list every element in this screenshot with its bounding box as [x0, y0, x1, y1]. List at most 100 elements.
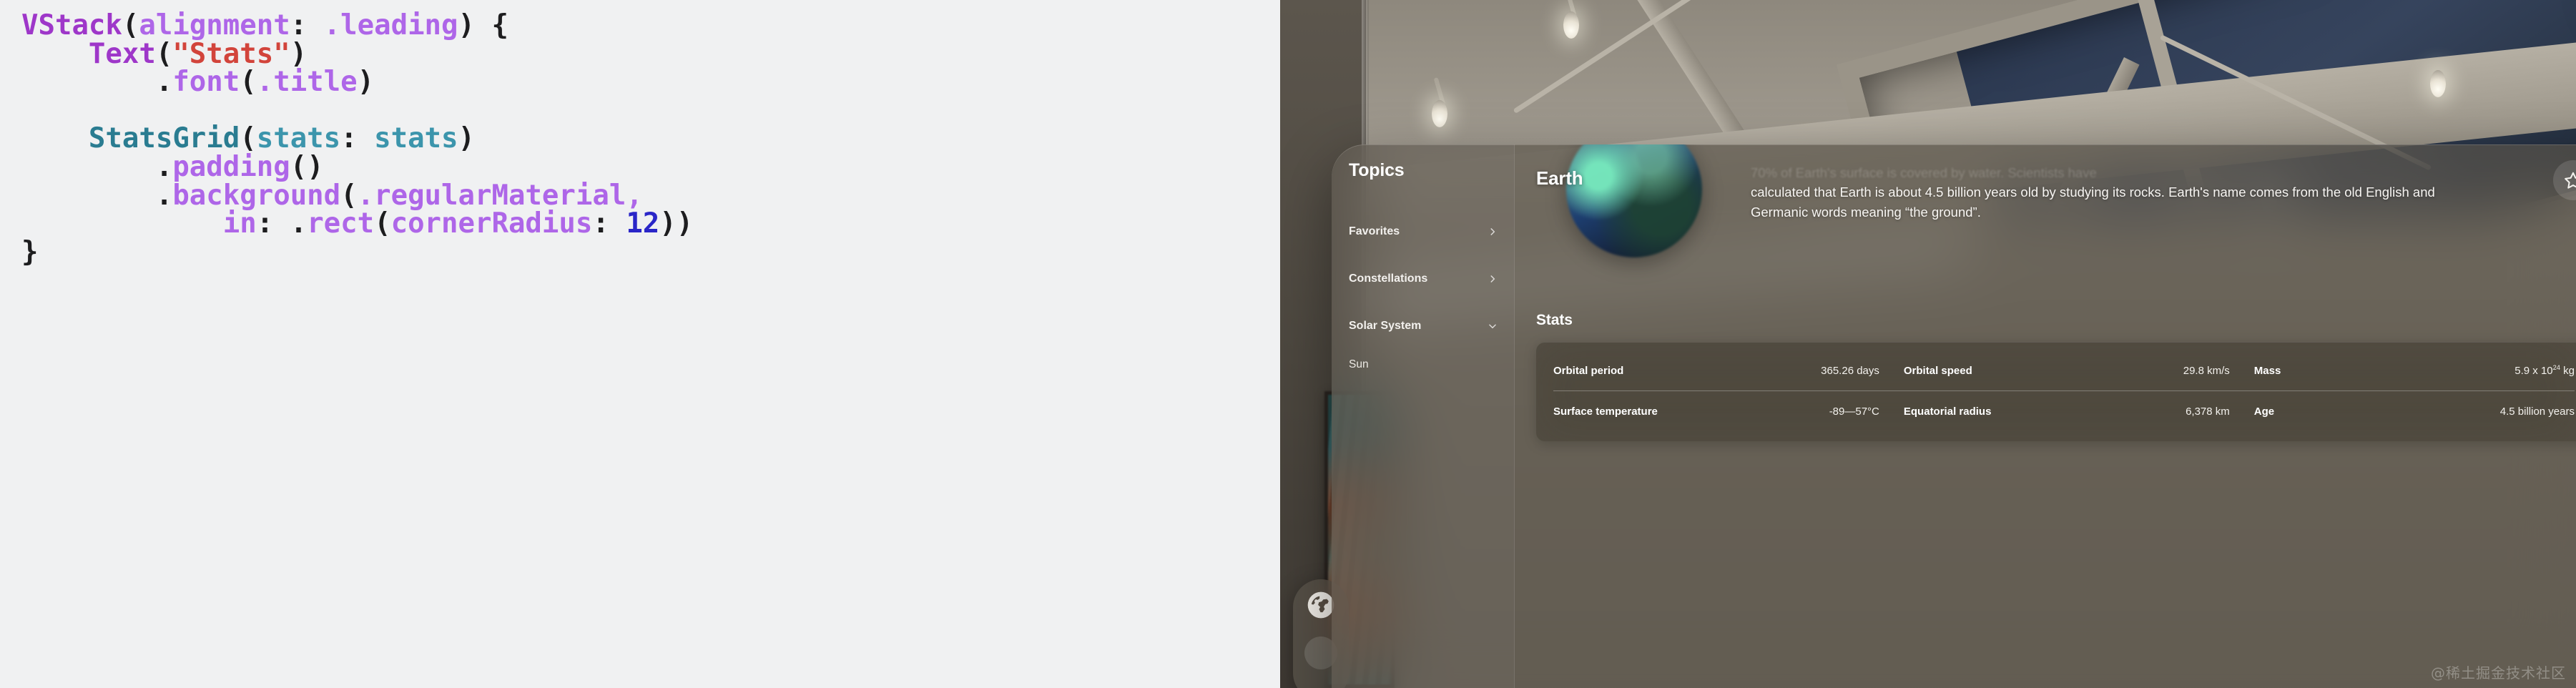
vision-os-screenshot: VStack(alignment: .leading) { Text("Stat…: [0, 0, 2576, 688]
spotlight-2: [1563, 11, 1579, 39]
passthrough-scene: Topics Favorites Constellations Solar Sy…: [1280, 0, 2576, 688]
sidebar-gap-3: [1349, 345, 1498, 354]
sidebar-item-constellations[interactable]: Constellations: [1349, 268, 1498, 290]
code-token: (: [122, 9, 139, 41]
app-window: Topics Favorites Constellations Solar Sy…: [1332, 144, 2576, 688]
code-line-7: .background(.regularMaterial,: [21, 182, 1280, 210]
code-editor-pane[interactable]: VStack(alignment: .leading) { Text("Stat…: [0, 0, 1280, 688]
favorite-button[interactable]: [2553, 160, 2576, 200]
code-token: (): [290, 150, 324, 183]
stat-value-age: 4.5 billion years: [2499, 405, 2575, 418]
code-line-3: .font(.title): [21, 68, 1280, 97]
code-token: font: [172, 66, 240, 99]
stat-value-equatorial-radius: 6,378 km: [2186, 405, 2230, 418]
code-token: StatsGrid: [88, 122, 240, 155]
stat-value-mass-exponent: 24: [2552, 364, 2560, 371]
detail-header: Earth 70% of Earth's surface is covered …: [1536, 144, 2576, 302]
sidebar-gap-1b: [1349, 260, 1498, 268]
code-token: .: [290, 207, 308, 240]
code-token: .: [155, 66, 173, 99]
code-line-6: .padding(): [21, 153, 1280, 182]
code-token: (: [374, 207, 391, 240]
sidebar-item-favorites[interactable]: Favorites: [1349, 221, 1498, 242]
chevron-right-icon[interactable]: [1488, 227, 1498, 237]
stats-heading: Stats: [1536, 312, 1573, 328]
planet-description: 70% of Earth's surface is covered by wat…: [1751, 163, 2466, 222]
code-token: Text: [88, 37, 156, 70]
code-token: VStack: [21, 9, 122, 41]
code-token: ) {: [458, 9, 508, 41]
sidebar-item-label: Sun: [1349, 358, 1369, 370]
description-faded-line: 70% of Earth's surface is covered by wat…: [1751, 165, 2097, 180]
code-token: "Stats": [172, 37, 290, 70]
stat-label-mass: Mass: [2253, 364, 2281, 377]
chevron-down-icon[interactable]: [1488, 321, 1498, 331]
stat-value-mass-unit: kg: [2560, 365, 2575, 377]
sidebar-item-label: Solar System: [1349, 320, 1422, 332]
code-token: :: [290, 9, 324, 41]
code-token: alignment: [139, 9, 290, 41]
stat-value-mass: 5.9 x 1024 kg: [2388, 364, 2575, 377]
stat-value-orbital-speed: 29.8 km/s: [2183, 364, 2230, 377]
code-token: cornerRadius: [390, 207, 593, 240]
watermark: @稀土掘金技术社区: [2431, 664, 2566, 682]
code-token: .regularMaterial: [357, 179, 626, 212]
stat-label-surface-temperature: Surface temperature: [1553, 405, 1658, 418]
sidebar-spacer-top: [1349, 212, 1498, 221]
sidebar-gap-1: [1349, 251, 1498, 260]
code-token: ): [458, 122, 475, 155]
code-token: in: [222, 207, 257, 240]
stats-row: Orbital period 365.26 days Orbital speed…: [1553, 355, 2575, 386]
spotlight-1: [1432, 100, 1447, 127]
stat-label-orbital-speed: Orbital speed: [1903, 364, 1972, 377]
code-token: background: [172, 179, 341, 212]
stat-label-equatorial-radius: Equatorial radius: [1903, 405, 1992, 418]
code-token: :: [592, 207, 626, 240]
code-line-2: Text("Stats"): [21, 40, 1280, 69]
code-token: ): [290, 37, 308, 70]
sidebar-gap-2b: [1349, 307, 1498, 315]
code-line-9: }: [21, 238, 1280, 267]
sidebar-item-label: Constellations: [1349, 272, 1428, 285]
sidebar-title: Topics: [1349, 160, 1405, 180]
code-token: :: [256, 207, 290, 240]
description-body: calculated that Earth is about 4.5 billi…: [1751, 185, 2435, 220]
stats-row-divider: [1553, 390, 2575, 391]
code-token: .: [155, 179, 173, 212]
earth-globe-image: [1566, 144, 1702, 257]
code-token: rect: [307, 207, 375, 240]
stat-label-age: Age: [2253, 405, 2275, 418]
code-token: )): [659, 207, 694, 240]
code-token: }: [21, 235, 39, 268]
code-token: .title: [256, 66, 358, 99]
code-token: stats: [256, 122, 341, 155]
code-line-8: in: .rect(cornerRadius: 12)): [21, 210, 1280, 238]
code-line-5: StatsGrid(stats: stats): [21, 124, 1280, 153]
code-token: .leading: [323, 9, 458, 41]
code-token: stats: [374, 122, 458, 155]
stats-grid-card: Orbital period 365.26 days Orbital speed…: [1536, 342, 2576, 441]
code-token: (: [340, 179, 358, 212]
code-line-1: VStack(alignment: .leading) {: [21, 11, 1280, 40]
sidebar-item-sun[interactable]: Sun: [1349, 354, 1498, 375]
stat-value-mass-number: 5.9 x 10: [2514, 365, 2553, 377]
code-token: .: [155, 150, 173, 183]
chevron-right-icon[interactable]: [1488, 274, 1498, 284]
sidebar: Topics Favorites Constellations Solar Sy…: [1332, 144, 1515, 688]
star-outline-icon[interactable]: [2564, 171, 2576, 190]
code-token: :: [340, 122, 375, 155]
detail-pane: Earth 70% of Earth's surface is covered …: [1515, 144, 2576, 688]
code-token: 12: [626, 207, 660, 240]
code-token: ): [357, 66, 375, 99]
code-token: ,: [626, 179, 643, 212]
code-token: (: [240, 122, 257, 155]
stat-label-orbital-period: Orbital period: [1553, 364, 1624, 377]
sidebar-item-solar-system[interactable]: Solar System: [1349, 315, 1498, 337]
swift-code-block[interactable]: VStack(alignment: .leading) { Text("Stat…: [21, 11, 1280, 266]
